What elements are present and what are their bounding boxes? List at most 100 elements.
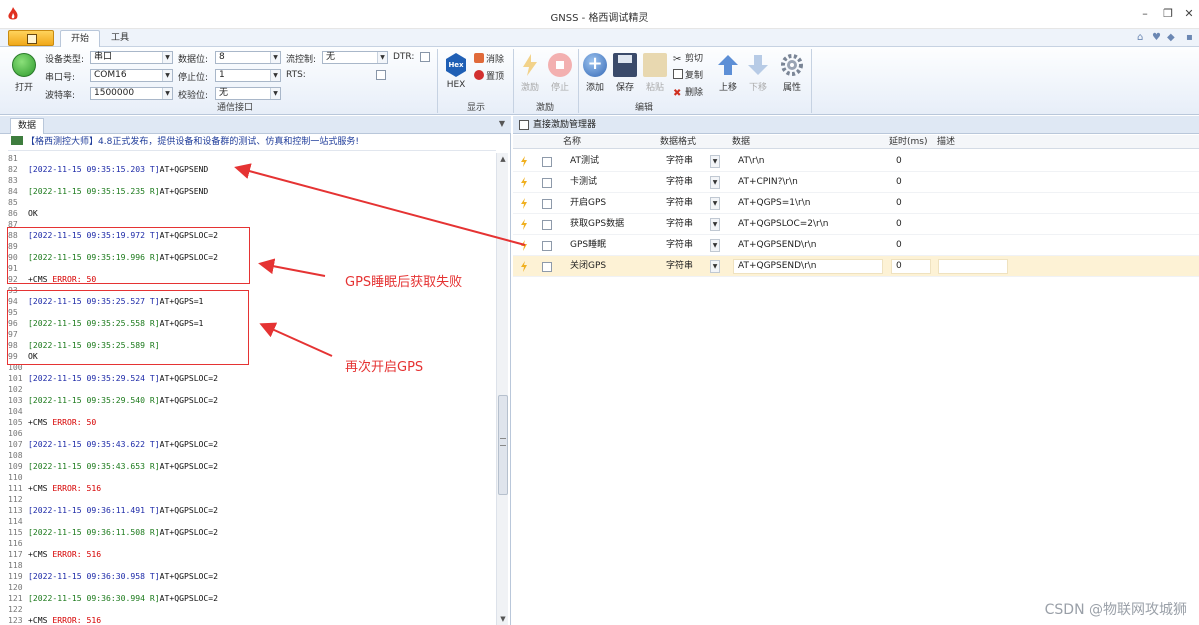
save-button[interactable]: 保存 (613, 53, 637, 93)
clear-button[interactable]: 消除 (474, 52, 504, 65)
cell-delay[interactable]: 0 (896, 256, 902, 277)
tab-data[interactable]: 数据 (10, 118, 44, 134)
about-icon[interactable]: ▪ (1186, 32, 1193, 43)
hex-button[interactable]: Hex HEX (444, 53, 468, 90)
app-menu-button[interactable] (8, 30, 54, 46)
cell-name[interactable]: 卡测试 (570, 172, 597, 193)
cell-data[interactable]: AT+QGPSEND\r\n (738, 256, 817, 277)
flow-select[interactable]: 无 ▼ (322, 51, 388, 64)
tab-start[interactable]: 开始 (60, 30, 100, 47)
cell-delay[interactable]: 0 (896, 214, 902, 235)
parity-select[interactable]: 无 ▼ (215, 87, 281, 100)
cell-format[interactable]: 字符串 (666, 235, 693, 256)
dtr-checkbox[interactable] (420, 52, 430, 62)
cell-data[interactable]: AT+QGPSLOC=2\r\n (738, 214, 829, 235)
lightning-icon[interactable] (521, 261, 527, 272)
collapse-ribbon-icon[interactable]: ⌂ (1137, 32, 1143, 43)
rts-checkbox[interactable] (376, 70, 386, 80)
chevron-down-icon[interactable]: ▼ (499, 119, 505, 128)
flow-value: 无 (326, 52, 336, 62)
baud-select[interactable]: 1500000 ▼ (90, 87, 173, 100)
restore-icon[interactable]: ❐ (1161, 8, 1175, 20)
table-row[interactable]: GPS睡眠 字符串 ▼ AT+QGPSEND\r\n 0 (513, 235, 1199, 256)
chevron-down-icon[interactable]: ▼ (710, 239, 720, 252)
chevron-down-icon[interactable]: ▼ (710, 155, 720, 168)
row-checkbox[interactable] (542, 241, 552, 251)
lightning-icon[interactable] (521, 219, 527, 230)
chevron-down-icon[interactable]: ▼ (710, 218, 720, 231)
chevron-down-icon[interactable]: ▼ (710, 260, 720, 273)
column-data[interactable]: 数据 (732, 135, 750, 149)
paste-button[interactable]: 粘贴 (643, 53, 667, 93)
table-row[interactable]: AT测试 字符串 ▼ AT\r\n 0 (513, 151, 1199, 172)
cell-data[interactable]: AT+CPIN?\r\n (738, 172, 798, 193)
chevron-down-icon[interactable]: ▼ (710, 197, 720, 210)
desc-input[interactable] (938, 259, 1008, 274)
scroll-up-icon[interactable]: ▲ (497, 153, 509, 165)
help-icon[interactable]: ◆ (1167, 32, 1175, 43)
tab-tools[interactable]: 工具 (104, 30, 136, 47)
minimize-icon[interactable]: – (1138, 8, 1152, 20)
cell-format[interactable]: 字符串 (666, 256, 693, 277)
excite-button[interactable]: 激励 (518, 53, 542, 93)
port-select[interactable]: COM16 ▼ (90, 69, 173, 82)
skin-icon[interactable]: ♥ (1152, 32, 1161, 43)
table-row[interactable]: 卡测试 字符串 ▼ AT+CPIN?\r\n 0 (513, 172, 1199, 193)
pin-top-button[interactable]: 置顶 (474, 69, 504, 82)
stop-button[interactable]: 停止 (548, 53, 572, 93)
lightning-icon[interactable] (521, 177, 527, 188)
cell-name[interactable]: 获取GPS数据 (570, 214, 624, 235)
log-line: 83 (8, 175, 496, 186)
log-line: 104 (8, 406, 496, 417)
cell-delay[interactable]: 0 (896, 235, 902, 256)
lightning-icon[interactable] (521, 240, 527, 251)
column-format[interactable]: 数据格式 (660, 135, 696, 149)
row-checkbox[interactable] (542, 199, 552, 209)
column-delay[interactable]: 延时(ms) (889, 135, 927, 149)
open-button[interactable]: 打开 (10, 53, 38, 93)
cell-format[interactable]: 字符串 (666, 193, 693, 214)
column-desc[interactable]: 描述 (937, 135, 955, 149)
cell-data[interactable]: AT\r\n (738, 151, 764, 172)
cell-format[interactable]: 字符串 (666, 214, 693, 235)
databits-select[interactable]: 8 ▼ (215, 51, 281, 64)
cell-data[interactable]: AT+QGPSEND\r\n (738, 235, 817, 256)
cell-delay[interactable]: 0 (896, 151, 902, 172)
log-view[interactable]: 81 82 [2022-11-15 09:35:15.203 T]AT+QGPSEN… (8, 153, 496, 625)
column-name[interactable]: 名称 (563, 135, 581, 149)
cell-delay[interactable]: 0 (896, 193, 902, 214)
table-row[interactable]: 获取GPS数据 字符串 ▼ AT+QGPSLOC=2\r\n 0 (513, 214, 1199, 235)
cell-name[interactable]: 开启GPS (570, 193, 606, 214)
cell-format[interactable]: 字符串 (666, 172, 693, 193)
row-checkbox[interactable] (542, 220, 552, 230)
scroll-thumb[interactable] (498, 395, 508, 495)
lightning-icon[interactable] (521, 198, 527, 209)
device-type-select[interactable]: 串口 ▼ (90, 51, 173, 64)
row-checkbox[interactable] (542, 178, 552, 188)
row-checkbox[interactable] (542, 262, 552, 272)
cell-name[interactable]: 关闭GPS (570, 256, 606, 277)
delete-button[interactable]: ✖ 删除 (673, 85, 703, 99)
lightning-icon[interactable] (521, 156, 527, 167)
row-checkbox[interactable] (542, 157, 552, 167)
line-number: 82 (8, 164, 18, 174)
cut-button[interactable]: ✂ 剪切 (673, 51, 703, 65)
vertical-scrollbar[interactable]: ▲ ▼ (496, 153, 508, 625)
close-icon[interactable]: ✕ (1182, 8, 1196, 20)
properties-button[interactable]: 属性 (780, 53, 804, 93)
cell-format[interactable]: 字符串 (666, 151, 693, 172)
cell-data[interactable]: AT+QGPS=1\r\n (738, 193, 810, 214)
move-down-button[interactable]: 下移 (746, 53, 770, 93)
add-button[interactable]: + 添加 (583, 53, 607, 93)
table-row[interactable]: 开启GPS 字符串 ▼ AT+QGPS=1\r\n 0 (513, 193, 1199, 214)
cell-delay[interactable]: 0 (896, 172, 902, 193)
table-row[interactable]: 关闭GPS 字符串 ▼ AT+QGPSEND\r\n 0 (513, 256, 1199, 277)
move-up-button[interactable]: 上移 (716, 53, 740, 93)
cell-name[interactable]: AT测试 (570, 151, 599, 172)
scroll-down-icon[interactable]: ▼ (497, 613, 509, 625)
cell-name[interactable]: GPS睡眠 (570, 235, 606, 256)
stopbits-select[interactable]: 1 ▼ (215, 69, 281, 82)
notice-bar[interactable]: 【格西测控大师】4.8正式发布，提供设备和设备群的测试、仿真和控制一站式服务! (8, 135, 496, 151)
copy-button[interactable]: 复制 (673, 68, 703, 81)
chevron-down-icon[interactable]: ▼ (710, 176, 720, 189)
